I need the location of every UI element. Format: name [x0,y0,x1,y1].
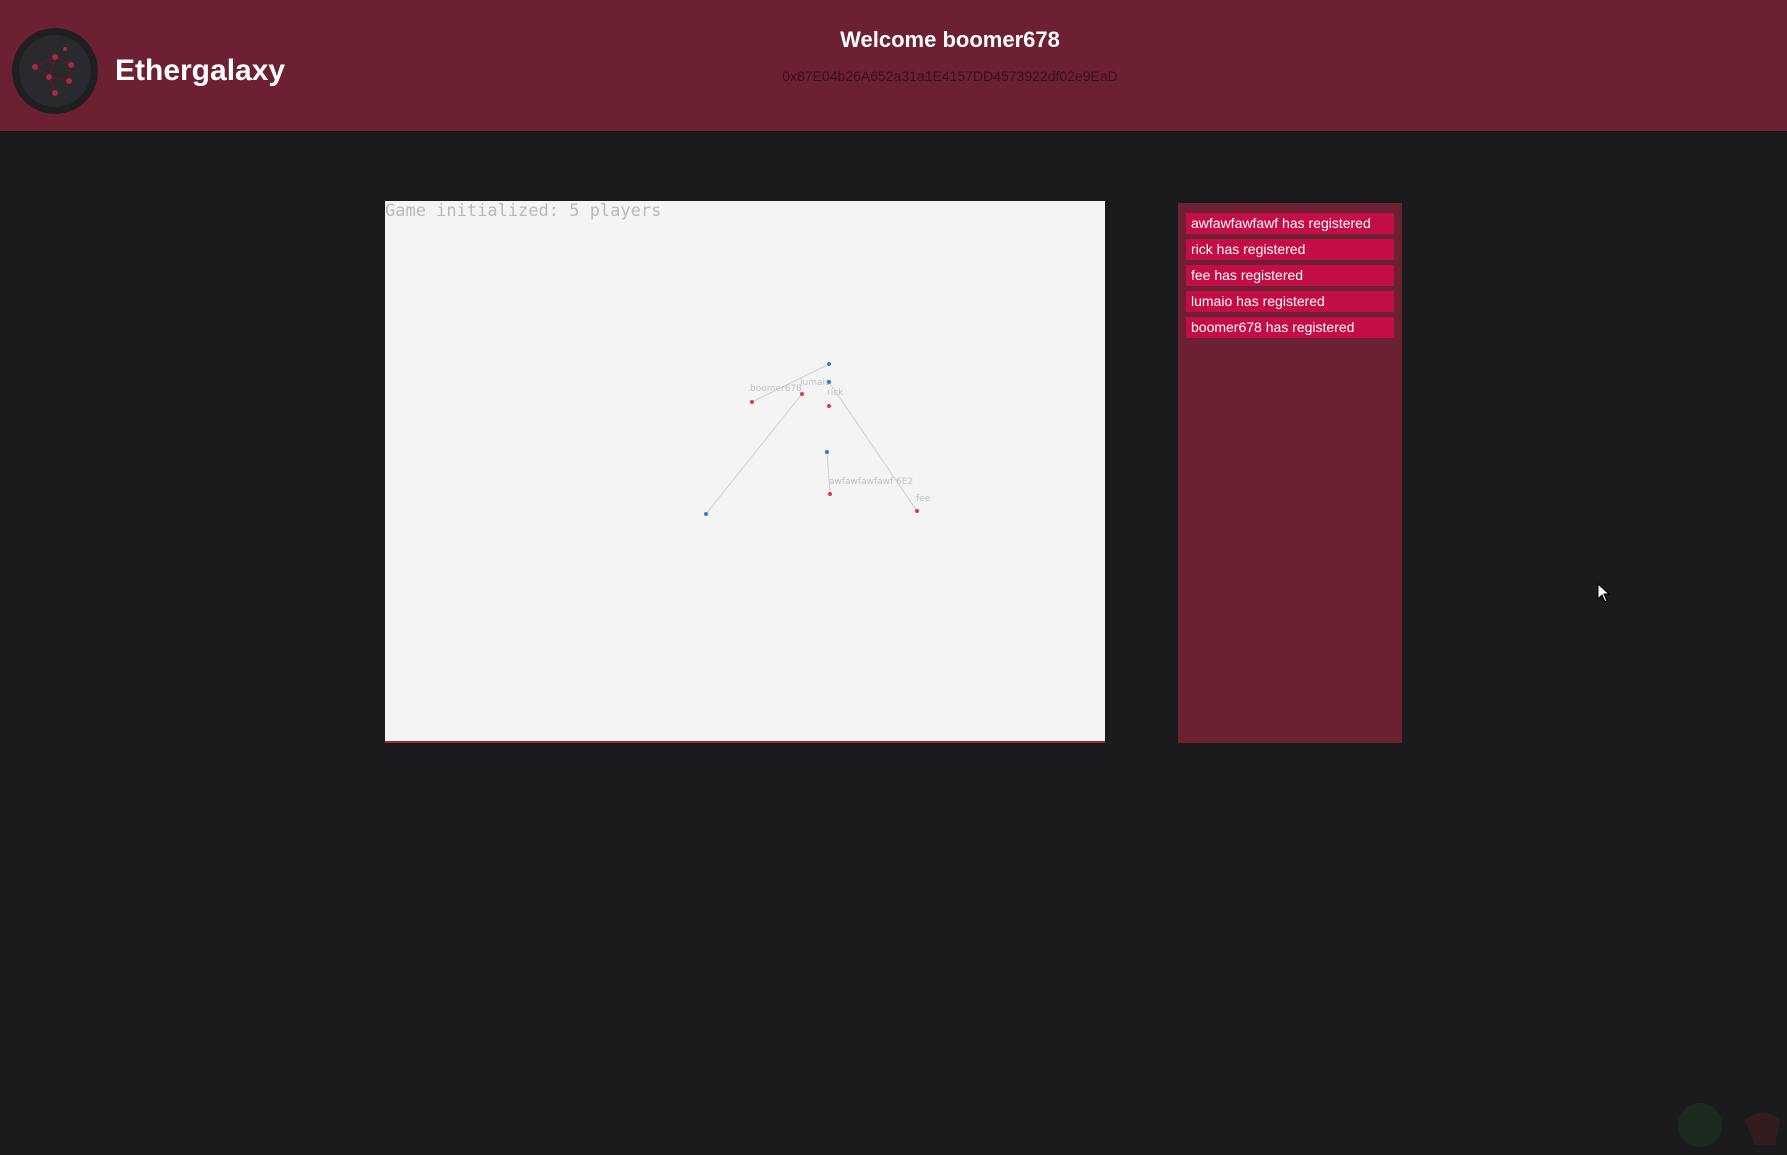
planet-red [800,392,804,396]
player-label: awfawfawfawf 6E2 [829,477,913,487]
planet-red [750,400,754,404]
planet-red [915,509,919,513]
planet-blue [827,362,831,366]
event-item: boomer678 has registered [1186,317,1394,338]
planet-blue [825,450,829,454]
planet-red [827,404,831,408]
event-item: lumaio has registered [1186,291,1394,312]
planet-red [828,492,832,496]
galaxy-logo-icon[interactable] [11,27,99,115]
connection-line [828,381,918,512]
corner-decoration-icon [1675,1100,1785,1150]
app-header: Ethergalaxy Welcome boomer678 0x87E04b26… [0,0,1787,131]
app-brand: Ethergalaxy [115,54,286,87]
player-label: boomer678 [750,384,802,394]
connection-line [705,393,803,515]
planet-blue [704,512,708,516]
event-list: awfawfawfawf has registered rick has reg… [1186,213,1394,343]
player-label: rick [827,388,844,398]
wallet-address: 0x87E04b26A652a31a1E4157DD4573922df02e9E… [782,68,1118,84]
event-item: fee has registered [1186,265,1394,286]
event-log-panel: awfawfawfawf has registered rick has reg… [1178,203,1402,743]
game-canvas[interactable]: Game initialized: 5 players boomer678 lu… [385,201,1105,743]
connection-line [826,451,831,495]
event-item: awfawfawfawf has registered [1186,213,1394,234]
player-label: lumaio [800,378,831,388]
mouse-pointer-icon [1597,582,1611,608]
event-item: rick has registered [1186,239,1394,260]
welcome-text: Welcome boomer678 [840,27,1060,52]
player-label: fee [916,494,931,504]
galaxy-map[interactable]: boomer678 lumaio rick awfawfawfawf 6E2 f… [385,201,1105,741]
planet-blue [827,380,831,384]
